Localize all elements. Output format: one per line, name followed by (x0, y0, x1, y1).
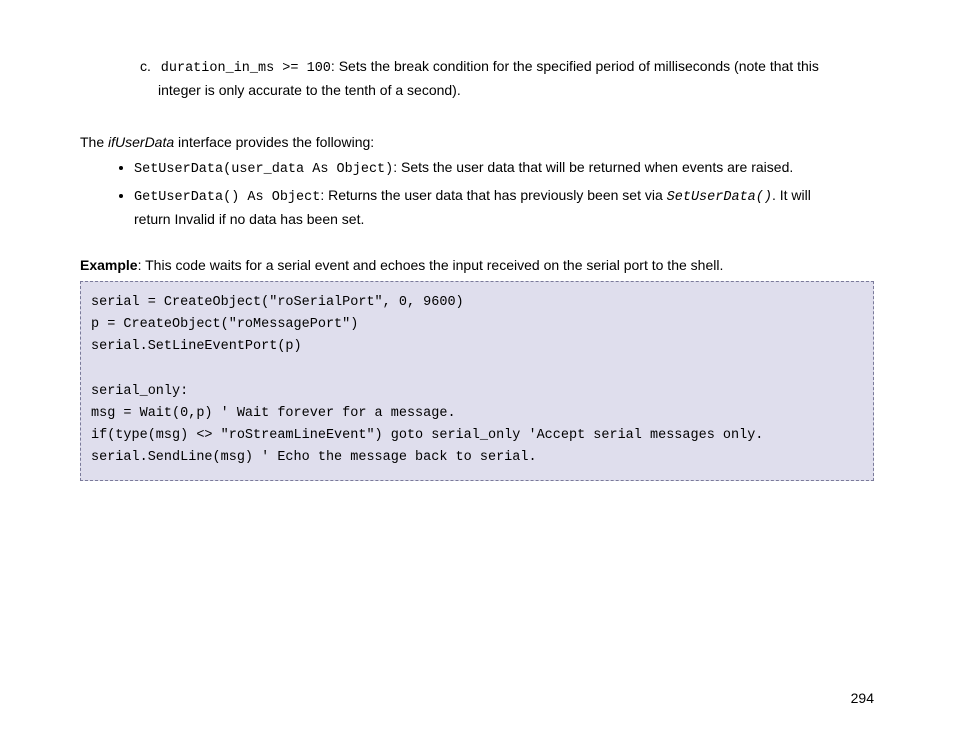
example-paragraph: Example: This code waits for a serial ev… (80, 255, 874, 277)
item-c-text1: : Sets the break condition for the speci… (331, 58, 819, 74)
item-c-text2: integer is only accurate to the tenth of… (158, 80, 461, 102)
example-text: : This code waits for a serial event and… (138, 257, 724, 273)
bullet-text: : Sets the user data that will be return… (393, 159, 793, 175)
list-label-c: c. (140, 58, 151, 74)
example-label: Example (80, 257, 138, 273)
code-inline: GetUserData() As Object (134, 190, 320, 205)
intro-post: interface provides the following: (174, 134, 374, 150)
intro-italic: ifUserData (108, 134, 174, 150)
bullet-list: SetUserData(user_data As Object): Sets t… (80, 157, 874, 231)
intro-paragraph: The ifUserData interface provides the fo… (80, 132, 874, 154)
list-item: SetUserData(user_data As Object): Sets t… (134, 157, 874, 181)
page-content: c. duration_in_ms >= 100: Sets the break… (0, 0, 954, 481)
bullet-text-a: : Returns the user data that has previou… (320, 187, 666, 203)
code-inline: SetUserData(user_data As Object) (134, 162, 393, 177)
code-inline: duration_in_ms >= 100 (161, 61, 331, 76)
list-item: GetUserData() As Object: Returns the use… (134, 185, 874, 231)
bullet-text-c: return Invalid if no data has been set. (134, 211, 364, 227)
bullet-text-b: . It will (772, 187, 811, 203)
intro-pre: The (80, 134, 108, 150)
list-item-c: c. duration_in_ms >= 100: Sets the break… (140, 56, 874, 102)
code-block: serial = CreateObject("roSerialPort", 0,… (80, 281, 874, 481)
code-ref: SetUserData() (667, 190, 772, 205)
page-number: 294 (851, 690, 874, 706)
